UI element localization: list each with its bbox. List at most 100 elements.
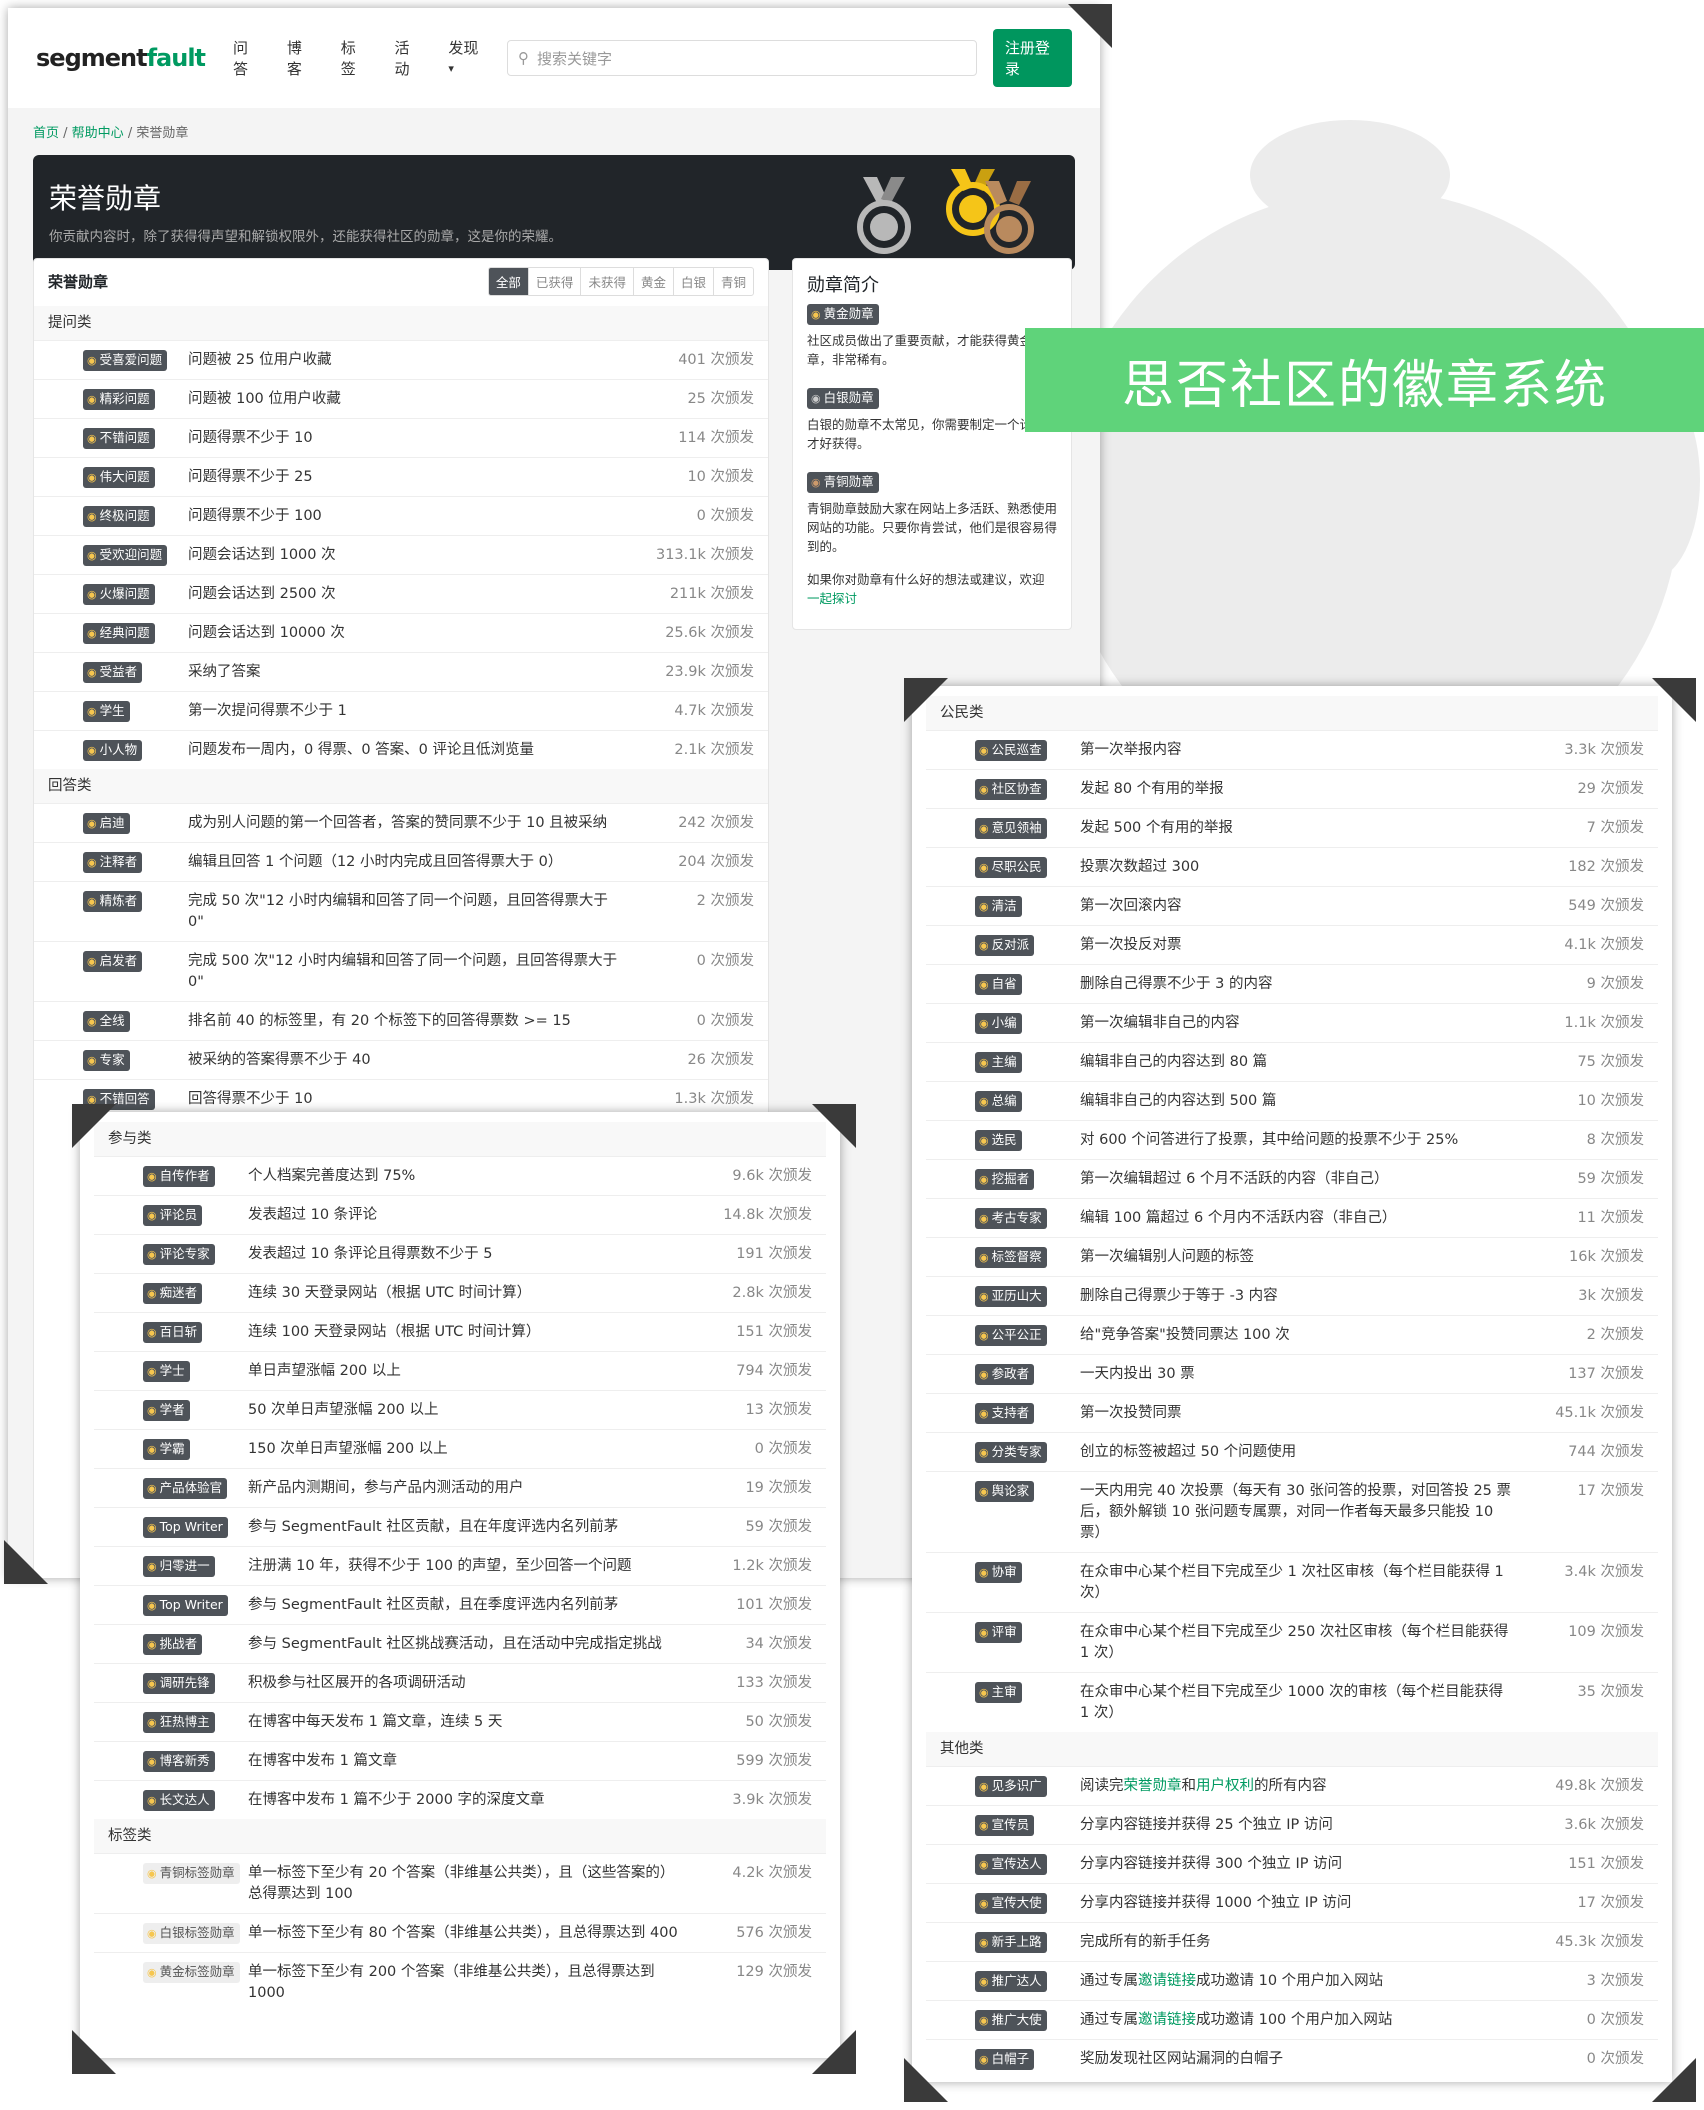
badge-label[interactable]: ◉ 注释者 [83,852,143,873]
filter-gold[interactable]: 黄金 [632,268,673,295]
badge-label[interactable]: ◉ 尽职公民 [975,857,1047,878]
badge-label[interactable]: ◉ 推广达人 [975,1971,1047,1992]
inline-link[interactable]: 荣誉勋章 [1124,1778,1182,1794]
badge-label[interactable]: ◉ Top Writer [143,1517,228,1538]
badge-label[interactable]: ◉ 意见领袖 [975,818,1047,839]
badge-label[interactable]: ◉ 归零进一 [143,1556,215,1577]
badge-label[interactable]: ◉ 启迪 [83,813,130,834]
badge-label[interactable]: ◉ 伟大问题 [83,467,155,488]
badge-label[interactable]: ◉ 挑战者 [143,1634,203,1655]
badge-label[interactable]: ◉ 启发者 [83,951,143,972]
inline-link[interactable]: 邀请链接 [1138,2012,1196,2028]
badge-row: ◉ 主编 编辑非自己的内容达到 80 篇 75 次颁发 [926,1042,1658,1081]
badge-label[interactable]: ◉ 调研先锋 [143,1673,215,1694]
nav-item-tags[interactable]: 标签 [341,37,367,79]
badge-label[interactable]: ◉ 自传作者 [143,1166,215,1187]
badge-label[interactable]: ◉ 长文达人 [143,1790,215,1811]
discuss-link[interactable]: 一起探讨 [807,591,857,606]
badge-label[interactable]: ◉ 自省 [975,974,1022,995]
medal-icon: ◉ [979,1290,989,1303]
filter-obtained[interactable]: 已获得 [527,268,581,295]
badge-label[interactable]: ◉ 不错问题 [83,428,155,449]
badge-label[interactable]: ◉ 学生 [83,701,130,722]
badge-label[interactable]: ◉ 见多识广 [975,1776,1047,1797]
badge-label[interactable]: ◉ 总编 [975,1091,1022,1112]
badge-label[interactable]: ◉ 受喜爱问题 [83,350,168,371]
badge-label[interactable]: ◉ 产品体验官 [143,1478,228,1499]
filter-not-obtained[interactable]: 未获得 [580,268,633,295]
badge-label[interactable]: ◉ 白帽子 [975,2049,1035,2070]
badge-label[interactable]: ◉ Top Writer [143,1595,228,1616]
badge-label[interactable]: ◉ 博客新秀 [143,1751,215,1772]
search-input[interactable]: ⚲ 搜索关键字 [507,40,977,76]
filter-bronze[interactable]: 青铜 [712,268,753,295]
badge-row: ◉ 自省 删除自己得票不少于 3 的内容 9 次颁发 [926,964,1658,1003]
breadcrumb-help[interactable]: 帮助中心 [72,126,124,141]
badge-label[interactable]: ◉ 精炼者 [83,891,143,912]
badge-label[interactable]: ◉ 终极问题 [83,506,155,527]
badge-label[interactable]: ◉ 考古专家 [975,1208,1047,1229]
badge-label[interactable]: ◉ 青铜标签勋章 [143,1863,240,1884]
badge-label[interactable]: ◉ 小人物 [83,740,143,761]
badge-label[interactable]: ◉ 专家 [83,1050,130,1071]
inline-link[interactable]: 邀请链接 [1138,1973,1196,1989]
badge-label[interactable]: ◉ 受欢迎问题 [83,545,168,566]
badge-label[interactable]: ◉ 推广大使 [975,2010,1047,2031]
badge-description: 在博客中发布 1 篇文章 [248,1753,397,1769]
nav-item-blog[interactable]: 博客 [287,37,313,79]
filter-all[interactable]: 全部 [488,268,528,295]
badge-label[interactable]: ◉ 百日斩 [143,1322,203,1343]
badge-label[interactable]: ◉ 分类专家 [975,1442,1047,1463]
badge-label[interactable]: ◉ 白银标签勋章 [143,1923,240,1944]
badge-label[interactable]: ◉ 宣传大使 [975,1893,1047,1914]
badge-label[interactable]: ◉ 学士 [143,1361,190,1382]
badge-label[interactable]: ◉ 小编 [975,1013,1022,1034]
badge-label[interactable]: ◉ 评审 [975,1622,1022,1643]
badge-label[interactable]: ◉ 狂热博主 [143,1712,215,1733]
badge-label[interactable]: ◉ 宣传达人 [975,1854,1047,1875]
badge-label[interactable]: ◉ 参政者 [975,1364,1035,1385]
badge-label[interactable]: ◉ 黄金标签勋章 [143,1962,240,1983]
login-register-button[interactable]: 注册登录 [992,29,1072,87]
badge-label[interactable]: ◉ 社区协查 [975,779,1047,800]
badge-label[interactable]: ◉ 评论员 [143,1205,203,1226]
badge-label[interactable]: ◉ 选民 [975,1130,1022,1151]
badge-label[interactable]: ◉ 公民巡查 [975,740,1047,761]
medal-icon: ◉ [811,476,821,489]
badge-row: ◉ 舆论家 一天内用完 40 次投票（每天有 30 张问答的投票，对回答投 25 票… [926,1471,1658,1552]
filter-silver[interactable]: 白银 [672,268,713,295]
badge-label[interactable]: ◉ 痴迷者 [143,1283,203,1304]
award-count: 2 次颁发 [696,893,754,909]
breadcrumb-current: 荣誉勋章 [136,126,189,141]
badge-label[interactable]: ◉ 清洁 [975,896,1022,917]
badge-label[interactable]: ◉ 宣传员 [975,1815,1035,1836]
badge-label[interactable]: ◉ 学者 [143,1400,190,1421]
badge-label[interactable]: ◉ 学霸 [143,1439,190,1460]
badge-label[interactable]: ◉ 舆论家 [975,1481,1035,1502]
badge-label[interactable]: ◉ 主审 [975,1682,1022,1703]
badge-label[interactable]: ◉ 受益者 [83,662,143,683]
badge-label[interactable]: ◉ 全线 [83,1011,130,1032]
site-logo[interactable]: segmentfault [36,44,206,72]
nav-item-qa[interactable]: 问答 [233,37,259,79]
badge-label[interactable]: ◉ 精彩问题 [83,389,155,410]
badge-label[interactable]: ◉ 标签督察 [975,1247,1047,1268]
badge-label[interactable]: ◉ 反对派 [975,935,1035,956]
inline-link[interactable]: 用户权利 [1196,1778,1254,1794]
badge-label[interactable]: ◉ 亚历山大 [975,1286,1047,1307]
badge-label[interactable]: ◉ 经典问题 [83,623,155,644]
badge-label[interactable]: ◉ 公平公正 [975,1325,1047,1346]
badge-label[interactable]: ◉ 主编 [975,1052,1022,1073]
nav-item-events[interactable]: 活动 [395,37,421,79]
badge-label[interactable]: ◉ 协审 [975,1562,1022,1583]
badge-label[interactable]: ◉ 挖掘者 [975,1169,1035,1190]
award-count: 1.2k 次颁发 [732,1558,812,1574]
badge-label[interactable]: ◉ 评论专家 [143,1244,215,1265]
breadcrumb-home[interactable]: 首页 [33,126,59,141]
badge-label[interactable]: ◉ 新手上路 [975,1932,1047,1953]
badge-description: 第一次举报内容 [1080,742,1182,758]
badge-label[interactable]: ◉ 火爆问题 [83,584,155,605]
overlay-caption: 思否社区的徽章系统 [1025,328,1704,432]
nav-item-discover[interactable]: 发现▾ [448,37,479,79]
badge-label[interactable]: ◉ 支持者 [975,1403,1035,1424]
